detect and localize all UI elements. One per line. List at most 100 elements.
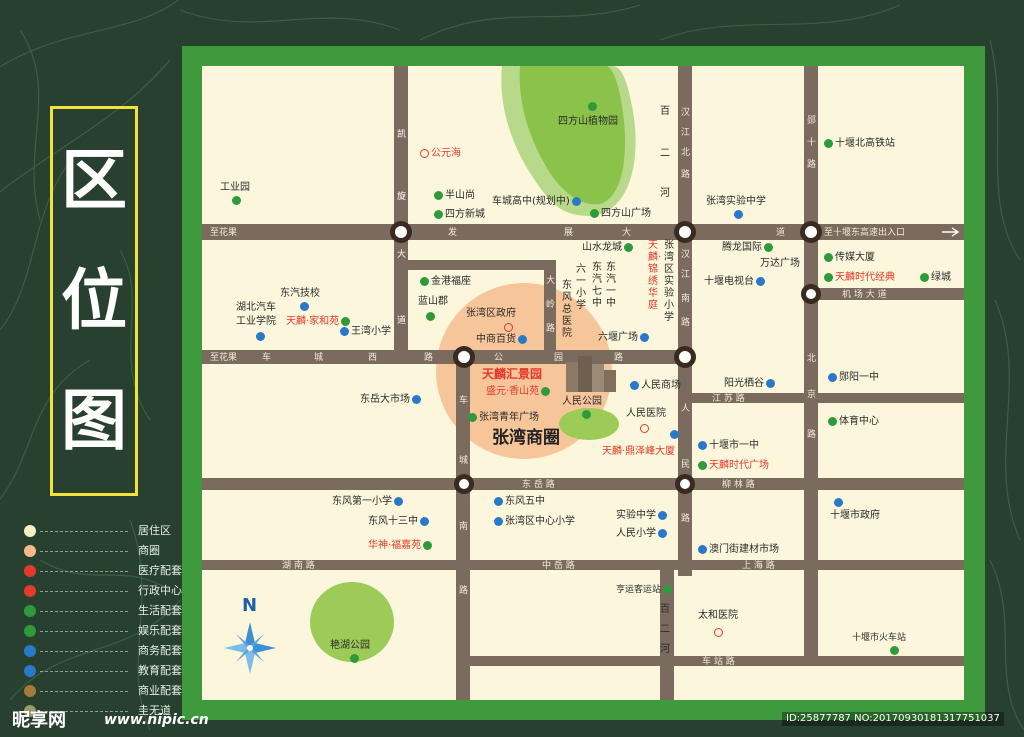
education-icon xyxy=(340,326,349,336)
road-label: 南 xyxy=(681,294,691,304)
entertainment-icon xyxy=(468,412,477,422)
road-label: 发 xyxy=(448,228,458,238)
residential-icon xyxy=(426,312,435,321)
road-label: 西 xyxy=(368,353,378,363)
road-label: 北 xyxy=(681,148,691,158)
star-icon xyxy=(24,585,36,597)
business-icon xyxy=(824,252,833,262)
residential-icon xyxy=(766,378,775,388)
watermark-brand: 昵享网 xyxy=(12,710,66,731)
title-char: 位 xyxy=(61,261,127,339)
road-label: 路 xyxy=(681,514,691,524)
river-label: 百 xyxy=(660,604,670,615)
road-label: 郧 xyxy=(807,116,817,126)
road-label: 车 xyxy=(262,353,272,363)
education-icon xyxy=(394,496,403,506)
park-icon xyxy=(350,654,359,663)
legend-item: 行政中心 xyxy=(24,583,184,599)
poi-label: 张湾青年广场 xyxy=(466,412,539,424)
poi-label: 十堰电视台 xyxy=(704,276,767,288)
poi-label: 腾龙国际 xyxy=(722,242,775,254)
poi-label: 张湾区实验小学 xyxy=(664,240,674,323)
poi-label: 人民公园 xyxy=(562,396,602,407)
commerce-icon xyxy=(698,544,707,554)
map-poster: 区 位 图 居住区 商圈 医疗配套 行政中心 生活配套 娱乐配套 商务配套 教育… xyxy=(0,0,1024,737)
poi-label: 四方山植物园 xyxy=(558,116,618,127)
road-label: 东 岳 路 xyxy=(522,480,555,490)
poi-label: 东风五中 xyxy=(492,496,545,508)
poi-label: 万达广场 xyxy=(760,258,800,269)
medical-cross-icon xyxy=(420,148,429,158)
commerce-icon xyxy=(698,460,707,470)
legend-item: 商业配套 xyxy=(24,683,184,699)
business-icon xyxy=(670,430,679,439)
road-label: 展 xyxy=(564,228,574,238)
road-label: 岭 xyxy=(546,300,556,310)
government-icon xyxy=(834,498,843,507)
road-label: 道 xyxy=(776,228,786,238)
road-label: 旋 xyxy=(397,192,407,202)
road-label: 湖 南 路 xyxy=(282,561,315,571)
commerce-icon xyxy=(412,394,421,404)
poi-label: 张湾区政府 xyxy=(466,308,516,319)
road-label: 园 xyxy=(554,353,564,363)
legend-item: 生活配套 xyxy=(24,603,184,619)
medical-cross-icon xyxy=(640,424,649,433)
legend-item: 娱乐配套 xyxy=(24,623,184,639)
road-label: 至花果 xyxy=(210,228,238,238)
poi-label: 澳门街建材市场 xyxy=(696,544,779,556)
park-icon xyxy=(590,208,599,218)
road-label: 江 xyxy=(681,128,691,138)
train-icon xyxy=(824,138,833,148)
road-label: 路 xyxy=(546,324,556,334)
life-service-icon xyxy=(434,190,443,200)
residential-area-icon xyxy=(24,525,36,537)
poi-label: 十堰市火车站 xyxy=(852,633,907,643)
road-label: 民 xyxy=(681,460,691,470)
education-icon xyxy=(256,332,265,341)
poi-label: 山水龙城 xyxy=(582,242,635,254)
poi-label: 人民商场 xyxy=(628,380,681,392)
residential-icon xyxy=(420,276,429,286)
park-icon xyxy=(588,102,597,111)
legend-item: 商务配套 xyxy=(24,643,184,659)
poi-label: 张湾区中心小学 xyxy=(492,516,575,528)
commerce-icon xyxy=(630,380,639,390)
poi-label: 车城高中(规划中) xyxy=(492,196,583,208)
map-area: N 至花果 发 展 大 道 至十堰东高速出入口 至花果 车 城 西 路 公 园 … xyxy=(202,66,964,700)
road-label: 路 xyxy=(681,170,691,180)
poi-label: 东汽一中 xyxy=(606,262,616,309)
education-icon xyxy=(420,516,429,526)
park-icon xyxy=(582,410,591,419)
road-label: 路 xyxy=(459,586,469,596)
poi-label: 绿城 xyxy=(918,272,951,284)
poi-label: 阳光栖谷 xyxy=(724,378,777,390)
life-service-icon xyxy=(24,605,36,617)
residential-icon xyxy=(824,272,833,282)
poi-label: 湖北汽车 xyxy=(236,302,276,313)
road-label: 大 xyxy=(546,276,556,286)
education-icon xyxy=(734,210,743,219)
project-label: 天麟汇景园 xyxy=(482,367,543,381)
poi-label: 华神·福嘉苑 xyxy=(368,540,434,552)
poi-label: 半山尚 xyxy=(432,190,475,202)
poi-label: 东风总医院 xyxy=(562,280,572,339)
poi-label: 亨运客运站 xyxy=(616,584,674,596)
poi-label: 实验中学 xyxy=(616,510,669,522)
road-label: 车 站 路 xyxy=(702,657,735,667)
road-label: 路 xyxy=(807,430,817,440)
sports-icon xyxy=(828,416,837,426)
poi-label: 艳湖公园 xyxy=(330,640,370,651)
river-label: 二 xyxy=(660,148,670,159)
road-label: 京 xyxy=(807,390,817,400)
compass-icon xyxy=(224,622,276,674)
poi-label: 东汽技校 xyxy=(280,288,320,299)
river-label: 河 xyxy=(660,188,670,199)
commerce-icon xyxy=(24,685,36,697)
education-icon xyxy=(494,516,503,526)
business-icon xyxy=(756,276,765,286)
sifangshan-park-inner xyxy=(519,66,626,205)
entertainment-icon xyxy=(24,625,36,637)
building-icon xyxy=(232,196,241,205)
education-icon xyxy=(300,302,309,311)
